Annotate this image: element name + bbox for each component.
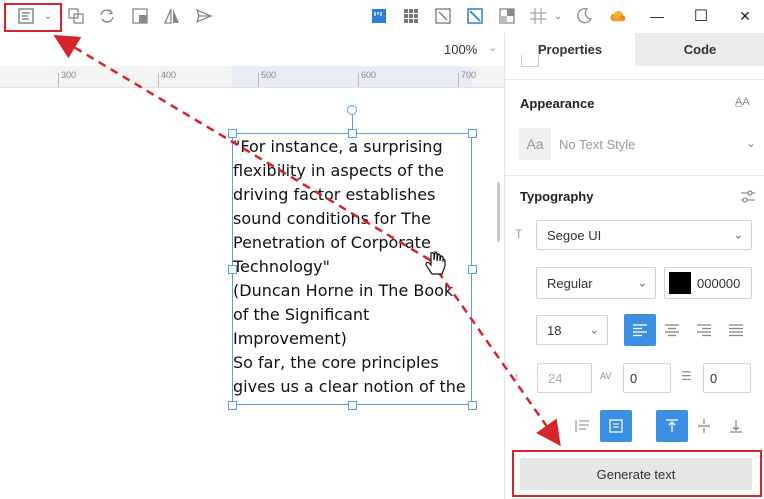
annotation-arrow-to-generate: [428, 259, 561, 447]
annotation-arrows: [53, 34, 561, 447]
annotation-arrow-to-toolbar: [53, 34, 431, 262]
hand-cursor-icon: [423, 251, 449, 279]
